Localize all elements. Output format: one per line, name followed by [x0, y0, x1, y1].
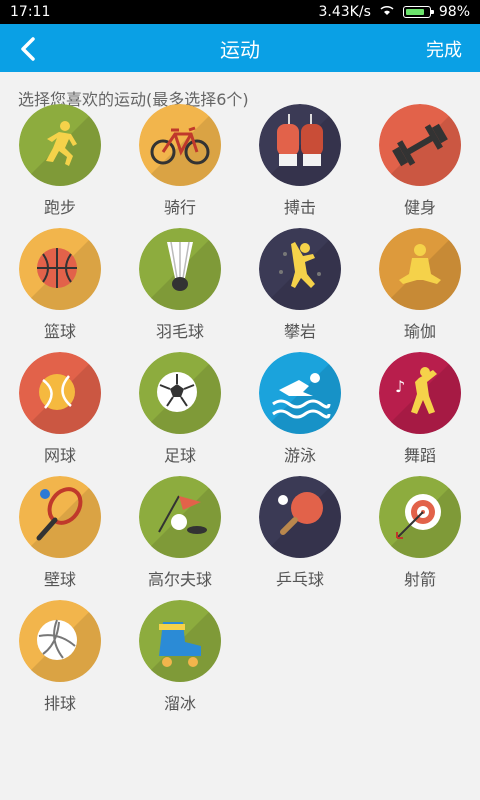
sport-item[interactable]: 健身 — [360, 104, 480, 217]
net-speed: 3.43K/s — [318, 4, 371, 20]
sport-label: 排球 — [43, 694, 76, 713]
sport-label: 射箭 — [403, 570, 436, 589]
back-button[interactable] — [14, 34, 44, 64]
archery-icon — [379, 476, 461, 558]
sport-item[interactable]: 排球 — [0, 600, 120, 713]
status-icons: 3.43K/s 98% — [319, 4, 471, 20]
title-bar: 运动 完成 — [0, 24, 480, 72]
soccer-ball-icon — [139, 352, 221, 434]
dance-icon: ♪ — [379, 352, 461, 434]
squash-racket-icon — [19, 476, 101, 558]
chevron-left-icon — [21, 37, 35, 61]
sport-label: 瑜伽 — [403, 322, 436, 341]
sport-item[interactable]: 跑步 — [0, 104, 120, 217]
climbing-icon — [259, 228, 341, 310]
page-title: 运动 — [220, 37, 260, 62]
golf-icon — [139, 476, 221, 558]
sport-item[interactable]: 搏击 — [240, 104, 360, 217]
ping-pong-icon — [259, 476, 341, 558]
sport-label: 乒乓球 — [275, 570, 324, 589]
sport-label: 舞蹈 — [403, 446, 436, 465]
sport-label: 游泳 — [283, 446, 316, 465]
sport-item[interactable]: 溜冰 — [120, 600, 240, 713]
sport-label: 攀岩 — [283, 322, 316, 341]
sport-item[interactable]: 骑行 — [120, 104, 240, 217]
swimming-icon — [259, 352, 341, 434]
battery-level: 98% — [438, 4, 470, 20]
tennis-ball-icon — [19, 352, 101, 434]
sport-label: 壁球 — [43, 570, 76, 589]
sport-item[interactable]: 乒乓球 — [240, 476, 360, 589]
sport-label: 溜冰 — [163, 694, 196, 713]
sport-label: 羽毛球 — [155, 322, 204, 341]
bicycle-icon — [139, 104, 221, 186]
sport-item[interactable]: 瑜伽 — [360, 228, 480, 341]
status-time: 17:11 — [10, 4, 51, 20]
sport-label: 搏击 — [283, 198, 316, 217]
wifi-icon — [379, 4, 395, 20]
sport-item[interactable]: 网球 — [0, 352, 120, 465]
svg-text:♪: ♪ — [395, 377, 405, 396]
boxing-gloves-icon — [259, 104, 341, 186]
battery-icon — [402, 6, 434, 18]
sport-label: 高尔夫球 — [147, 570, 212, 589]
sport-item[interactable]: 游泳 — [240, 352, 360, 465]
sport-label: 健身 — [403, 198, 436, 217]
status-bar: 17:11 3.43K/s 98% — [0, 0, 480, 24]
sport-label: 网球 — [43, 446, 76, 465]
basketball-icon — [19, 228, 101, 310]
running-icon — [19, 104, 101, 186]
sport-item[interactable]: 篮球 — [0, 228, 120, 341]
sport-item[interactable]: ♪ 舞蹈 — [360, 352, 480, 465]
shuttlecock-icon — [139, 228, 221, 310]
dumbbell-icon — [379, 104, 461, 186]
sport-label: 足球 — [163, 446, 196, 465]
sport-item[interactable]: 攀岩 — [240, 228, 360, 341]
selection-hint: 选择您喜欢的运动(最多选择6个) — [18, 90, 249, 109]
sport-item[interactable]: 高尔夫球 — [120, 476, 240, 589]
sport-label: 跑步 — [43, 198, 76, 217]
volleyball-icon — [19, 600, 101, 682]
roller-skate-icon — [139, 600, 221, 682]
done-button[interactable]: 完成 — [426, 36, 462, 62]
sport-item[interactable]: 足球 — [120, 352, 240, 465]
yoga-icon — [379, 228, 461, 310]
sports-grid: 跑步 骑行 搏击 健身篮球 羽毛球 攀岩 瑜伽网球 足球 游泳 ♪ 舞蹈壁球 高尔夫球 乒乓球 射箭排球 溜… — [0, 100, 480, 713]
sport-label: 篮球 — [43, 322, 76, 341]
sport-item[interactable]: 壁球 — [0, 476, 120, 589]
sport-item[interactable]: 射箭 — [360, 476, 480, 589]
sport-item[interactable]: 羽毛球 — [120, 228, 240, 341]
sport-label: 骑行 — [163, 198, 196, 217]
